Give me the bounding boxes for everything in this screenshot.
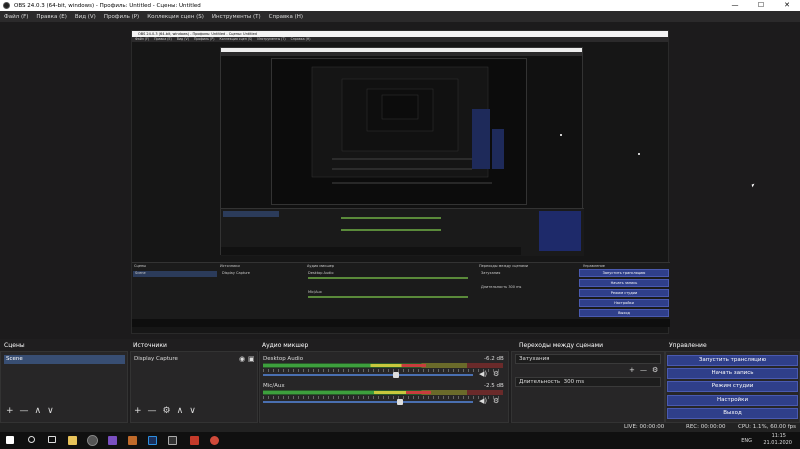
recursive-tunnel-graphic xyxy=(311,66,504,184)
move-down-icon[interactable]: ∨ xyxy=(189,406,196,416)
meter-ticks xyxy=(263,369,503,372)
app-icon[interactable] xyxy=(168,436,177,445)
remove-transition-button[interactable]: — xyxy=(640,366,647,374)
menu-view[interactable]: Вид (V) xyxy=(75,14,96,20)
speaker-icon[interactable]: ◀) xyxy=(479,370,487,378)
volume-slider-handle[interactable] xyxy=(397,399,404,405)
search-icon[interactable] xyxy=(28,436,35,443)
obs-taskbar-icon[interactable] xyxy=(87,435,98,446)
audio-meter-level xyxy=(263,391,431,394)
lock-icon[interactable]: ▣ xyxy=(248,355,255,363)
language-indicator[interactable]: ENG xyxy=(741,438,752,444)
move-down-icon[interactable]: ∨ xyxy=(47,406,54,416)
gear-icon[interactable]: ⚙ xyxy=(163,406,171,416)
gear-icon[interactable]: ⚙ xyxy=(493,370,499,378)
windows-start-icon[interactable] xyxy=(6,436,14,444)
scenes-toolbar: + — ∧ ∨ xyxy=(6,406,54,416)
scene-list-item[interactable]: Scene xyxy=(4,355,125,364)
sources-toolbar: + — ⚙ ∧ ∨ xyxy=(134,406,196,416)
status-bar: LIVE: 00:00:00 REC: 00:00:00 CPU: 1.1%, … xyxy=(0,423,800,432)
live-status: LIVE: 00:00:00 xyxy=(624,424,665,430)
mixer-channel-db: -2.5 dB xyxy=(484,383,504,389)
settings-button[interactable]: Настройки xyxy=(667,395,798,406)
task-view-icon[interactable] xyxy=(48,436,56,443)
app-icon[interactable] xyxy=(128,436,137,445)
sources-panel-title: Источники xyxy=(133,342,167,349)
volume-slider[interactable] xyxy=(263,401,473,403)
remove-source-button[interactable]: — xyxy=(148,406,157,416)
transition-select[interactable]: Затухания xyxy=(515,354,661,364)
nested-docks-level-2 xyxy=(221,208,584,256)
remove-scene-button[interactable]: — xyxy=(20,406,29,416)
add-transition-button[interactable]: + xyxy=(629,366,635,374)
menu-edit[interactable]: Правка (E) xyxy=(36,14,66,20)
nested-menu-bar: Файл (F) Правка (E) Вид (V) Профиль (P) Колл… xyxy=(132,37,668,42)
source-list-item[interactable]: Display Capture xyxy=(134,355,256,364)
nested-capture-level-1: OBS 24.0.3 (64-bit, windows) - Профиль: … xyxy=(131,30,670,334)
mixer-panel-title: Аудио микшер xyxy=(262,342,309,349)
taskbar: ENG 11:15 21.01.2020 xyxy=(0,432,800,449)
close-button[interactable]: ✕ xyxy=(774,0,800,11)
add-scene-button[interactable]: + xyxy=(6,406,14,416)
volume-slider[interactable] xyxy=(263,374,473,376)
nested-capture-level-2 xyxy=(220,47,584,256)
window-titlebar: OBS 24.0.3 (64-bit, windows) - Профиль: … xyxy=(0,0,800,11)
start-streaming-button[interactable]: Запустить трансляцию xyxy=(667,355,798,366)
meter-ticks xyxy=(263,396,503,399)
menu-help[interactable]: Справка (H) xyxy=(269,14,303,20)
exit-button[interactable]: Выход xyxy=(667,408,798,419)
transitions-panel-title: Переходы между сценами xyxy=(519,342,604,349)
menu-scene-collection[interactable]: Коллекция сцен (S) xyxy=(147,14,204,20)
menu-bar: Файл (F) Правка (E) Вид (V) Профиль (P) … xyxy=(0,11,800,22)
volume-slider-handle[interactable] xyxy=(393,372,400,378)
duration-field[interactable]: Длительность 300 ms xyxy=(515,377,661,387)
gear-icon[interactable]: ⚙ xyxy=(652,366,658,374)
menu-file[interactable]: Файл (F) xyxy=(4,14,28,20)
clock-time: 11:15 xyxy=(771,433,786,439)
menu-profile[interactable]: Профиль (P) xyxy=(104,14,139,20)
file-explorer-icon[interactable] xyxy=(68,436,77,445)
nested-capture-level-3 xyxy=(271,58,527,205)
maximize-button[interactable]: ☐ xyxy=(748,0,774,11)
move-up-icon[interactable]: ∧ xyxy=(35,406,42,416)
obs-app-icon xyxy=(3,2,10,9)
studio-mode-button[interactable]: Режим студии xyxy=(667,381,798,392)
start-recording-button[interactable]: Начать запись xyxy=(667,368,798,379)
mixer-channel-name: Desktop Audio xyxy=(263,356,304,362)
window-title: OBS 24.0.3 (64-bit, windows) - Профиль: … xyxy=(14,2,201,9)
window-controls: — ☐ ✕ xyxy=(722,0,800,11)
add-source-button[interactable]: + xyxy=(134,406,142,416)
photoshop-icon[interactable] xyxy=(148,436,157,445)
move-up-icon[interactable]: ∧ xyxy=(177,406,184,416)
controls-panel-title: Управление xyxy=(669,342,707,349)
clock-date: 21.01.2020 xyxy=(763,440,792,446)
app-icon[interactable] xyxy=(108,436,117,445)
cpu-status: CPU: 1.1%, 60.00 fps xyxy=(738,424,797,430)
audio-meter-level xyxy=(263,364,427,367)
minimize-button[interactable]: — xyxy=(722,0,748,11)
speaker-icon[interactable]: ◀) xyxy=(479,397,487,405)
mixer-channel-db: -6.2 dB xyxy=(484,356,504,362)
rec-status: REC: 00:00:00 xyxy=(686,424,726,430)
menu-tools[interactable]: Инструменты (T) xyxy=(212,14,261,20)
scenes-panel-title: Сцены xyxy=(4,342,25,349)
gear-icon[interactable]: ⚙ xyxy=(493,397,499,405)
mixer-channel-name: Mic/Aux xyxy=(263,383,285,389)
eye-icon[interactable]: ◉ xyxy=(239,355,245,363)
app-icon[interactable] xyxy=(210,436,219,445)
app-icon[interactable] xyxy=(190,436,199,445)
